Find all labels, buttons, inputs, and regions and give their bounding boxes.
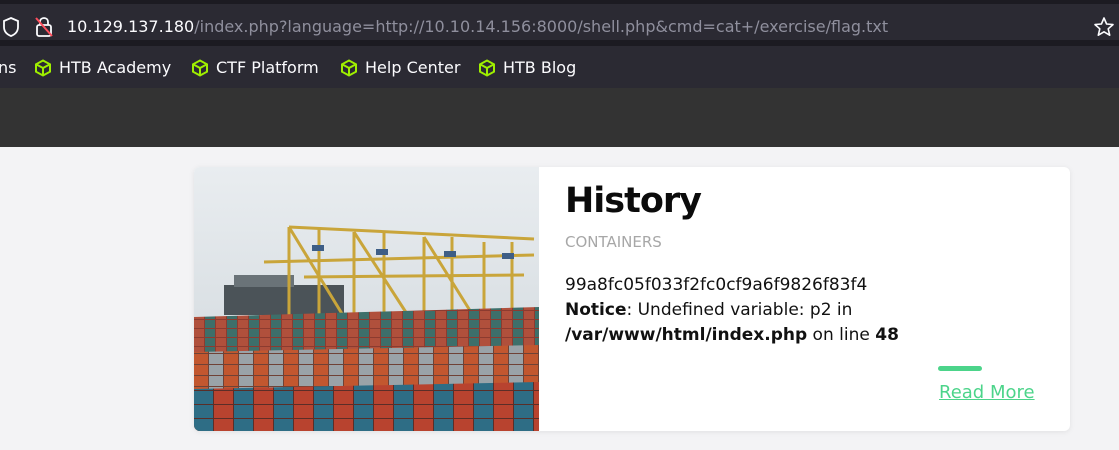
bookmark-ctf-platform[interactable]: CTF Platform	[191, 58, 319, 77]
htb-cube-icon	[479, 58, 495, 77]
read-more-link[interactable]: Read More	[939, 382, 1035, 403]
notice-label: Notice	[565, 300, 627, 320]
bookmark-label: CTF Platform	[216, 58, 319, 77]
site-header	[0, 88, 1119, 147]
htb-cube-icon	[192, 58, 208, 77]
bookmark-htb-blog[interactable]: HTB Blog	[478, 58, 576, 77]
card-output: 99a8fc05f033f2fc0cf9a6f9826f83f4 Notice:…	[565, 273, 1035, 348]
htb-cube-icon	[35, 58, 51, 77]
bookmark-help-center[interactable]: Help Center	[340, 58, 460, 77]
card-category: CONTAINERS	[565, 233, 662, 251]
insecure-lock-icon[interactable]	[34, 16, 54, 38]
bookmark-partial-label: ns	[0, 58, 17, 77]
card-title: History	[565, 181, 702, 221]
url-host: 10.129.137.180	[67, 17, 195, 36]
bookmark-htb-academy[interactable]: HTB Academy	[34, 58, 171, 77]
shield-icon[interactable]	[2, 17, 20, 37]
bookmark-label: HTB Academy	[59, 58, 172, 77]
url-bar[interactable]: 10.129.137.180/index.php?language=http:/…	[0, 4, 1119, 40]
bookmark-label: HTB Blog	[503, 58, 577, 77]
accent-bar	[938, 366, 982, 371]
url-text[interactable]: 10.129.137.180/index.php?language=http:/…	[67, 17, 888, 36]
php-notice: Notice: Undefined variable: p2 in /var/w…	[565, 298, 1035, 348]
htb-cube-icon	[341, 58, 357, 77]
container-port-image	[194, 167, 539, 431]
bookmarks-bar: ns HTB Academy CTF Platform Help Center …	[0, 46, 1119, 88]
url-path: /index.php?language=http://10.10.14.156:…	[194, 17, 889, 36]
bookmark-star-icon[interactable]	[1093, 16, 1115, 38]
flag-text: 99a8fc05f033f2fc0cf9a6f9826f83f4	[565, 275, 868, 295]
notice-line: 48	[875, 325, 899, 345]
post-card: History CONTAINERS 99a8fc05f033f2fc0cf9a…	[194, 167, 1070, 431]
notice-online: on line	[807, 325, 876, 345]
browser-toolbar: 10.129.137.180/index.php?language=http:/…	[0, 0, 1119, 46]
bookmark-partial[interactable]: ns	[0, 58, 16, 77]
bookmark-label: Help Center	[365, 58, 461, 77]
notice-text: : Undefined variable: p2 in	[626, 300, 853, 320]
notice-path: /var/www/html/index.php	[565, 325, 808, 345]
